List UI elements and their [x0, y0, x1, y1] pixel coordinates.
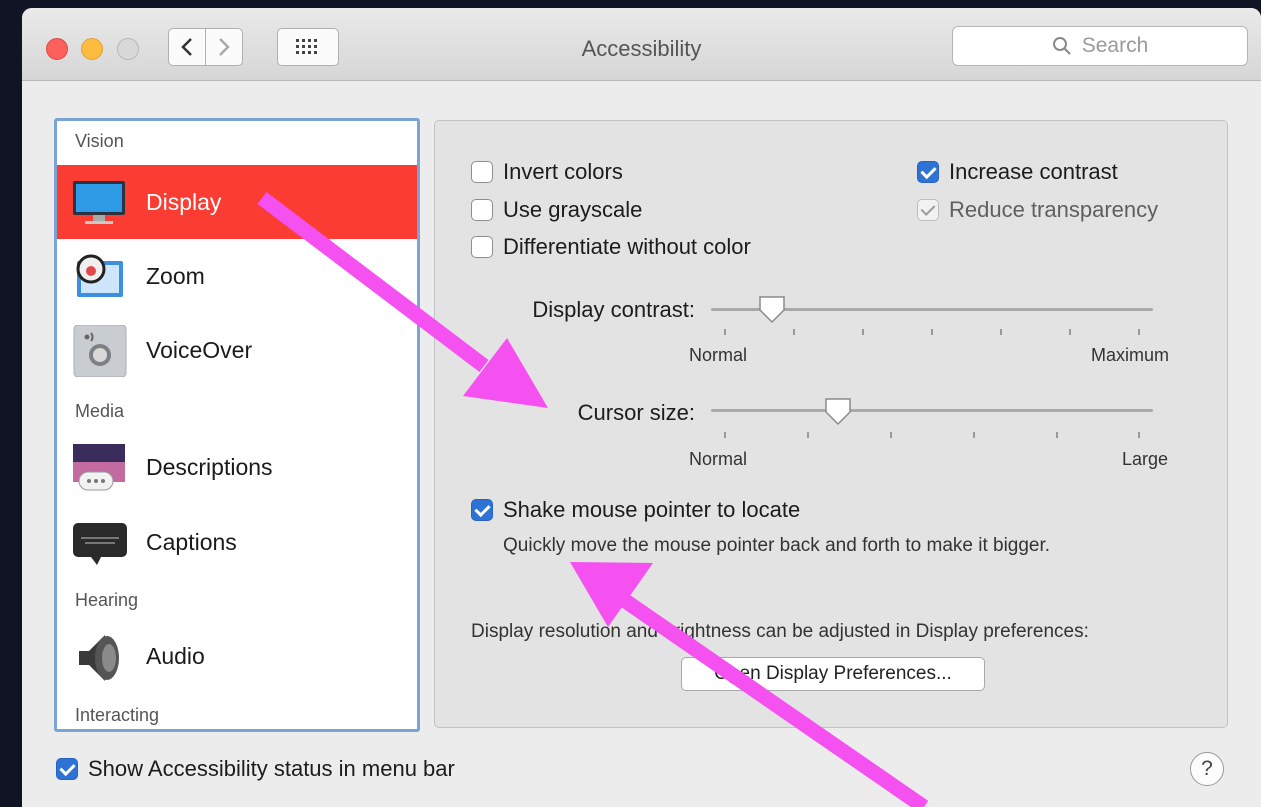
search-icon [1052, 37, 1071, 55]
category-sidebar[interactable]: Vision Display Zoom VoiceOver Media Desc… [54, 118, 420, 732]
resolution-note: Display resolution and brightness can be… [471, 621, 1089, 642]
checkbox-label: Use grayscale [503, 197, 643, 222]
sidebar-item-label: Descriptions [146, 453, 273, 480]
use-grayscale-checkbox[interactable]: Use grayscale [471, 197, 642, 223]
sidebar-item-label: VoiceOver [146, 336, 253, 363]
sidebar-item-audio[interactable]: Audio [57, 619, 417, 693]
checkbox-box[interactable] [471, 161, 493, 183]
shake-pointer-checkbox[interactable]: Shake mouse pointer to locate [471, 497, 800, 523]
display-contrast-max-label: Maximum [1091, 345, 1170, 365]
checkbox-label: Reduce transparency [949, 197, 1159, 222]
section-hearing: Hearing [75, 590, 139, 610]
checkbox-label: Show Accessibility status in menu bar [88, 756, 455, 781]
display-settings-panel: Invert colors Use grayscale Differentiat… [434, 120, 1228, 728]
display-icon [73, 181, 125, 224]
preferences-window: Accessibility Search Vision Display Zoom… [22, 8, 1261, 807]
sidebar-item-label: Display [146, 188, 222, 215]
slider-thumb[interactable] [823, 396, 853, 426]
sidebar-item-label: Captions [146, 528, 237, 555]
sidebar-item-label: Zoom [146, 262, 205, 289]
checkbox-label: Increase contrast [949, 159, 1118, 184]
sidebar-item-zoom[interactable]: Zoom [57, 239, 417, 313]
cursor-size-max-label: Large [1122, 449, 1169, 469]
checkbox-box[interactable] [471, 499, 493, 521]
checkbox-label: Invert colors [503, 159, 623, 184]
audio-icon [79, 635, 119, 681]
section-media: Media [75, 401, 125, 421]
reduce-transparency-checkbox[interactable]: Reduce transparency [917, 197, 1158, 223]
descriptions-icon [73, 444, 125, 491]
sidebar-item-descriptions[interactable]: Descriptions [57, 430, 417, 504]
sidebar-item-display[interactable]: Display [57, 165, 417, 239]
cursor-size-label: Cursor size: [577, 400, 695, 425]
captions-icon [73, 523, 127, 565]
sidebar-item-captions[interactable]: Captions [57, 505, 417, 579]
sidebar-item-voiceover[interactable]: VoiceOver [57, 313, 417, 387]
section-vision: Vision [75, 131, 124, 151]
display-contrast-min-label: Normal [689, 345, 748, 365]
checkbox-box[interactable] [471, 199, 493, 221]
show-status-checkbox[interactable]: Show Accessibility status in menu bar [56, 756, 455, 782]
slider-track[interactable] [711, 409, 1153, 412]
section-interacting: Interacting [75, 705, 160, 725]
open-display-preferences-button[interactable]: Open Display Preferences... [681, 657, 985, 691]
checkbox-box[interactable] [471, 236, 493, 258]
zoom-icon [76, 254, 123, 297]
checkbox-box[interactable] [56, 758, 78, 780]
shake-pointer-description: Quickly move the mouse pointer back and … [503, 535, 1051, 556]
checkbox-label: Shake mouse pointer to locate [503, 497, 801, 522]
increase-contrast-checkbox[interactable]: Increase contrast [917, 159, 1118, 185]
slider-thumb[interactable] [757, 294, 787, 324]
checkbox-box[interactable] [917, 161, 939, 183]
differentiate-without-color-checkbox[interactable]: Differentiate without color [471, 234, 751, 260]
checkbox-label: Differentiate without color [503, 234, 751, 259]
search-placeholder: Search [1081, 34, 1149, 57]
display-contrast-label: Display contrast: [532, 297, 695, 322]
help-button[interactable]: ? [1190, 752, 1224, 786]
checkbox-box[interactable] [917, 199, 939, 221]
search-field[interactable]: Search [952, 26, 1248, 66]
title-bar: Accessibility Search [22, 8, 1261, 81]
sidebar-item-label: Audio [146, 642, 205, 669]
invert-colors-checkbox[interactable]: Invert colors [471, 159, 623, 185]
voiceover-icon [73, 325, 127, 377]
cursor-size-min-label: Normal [689, 449, 748, 469]
